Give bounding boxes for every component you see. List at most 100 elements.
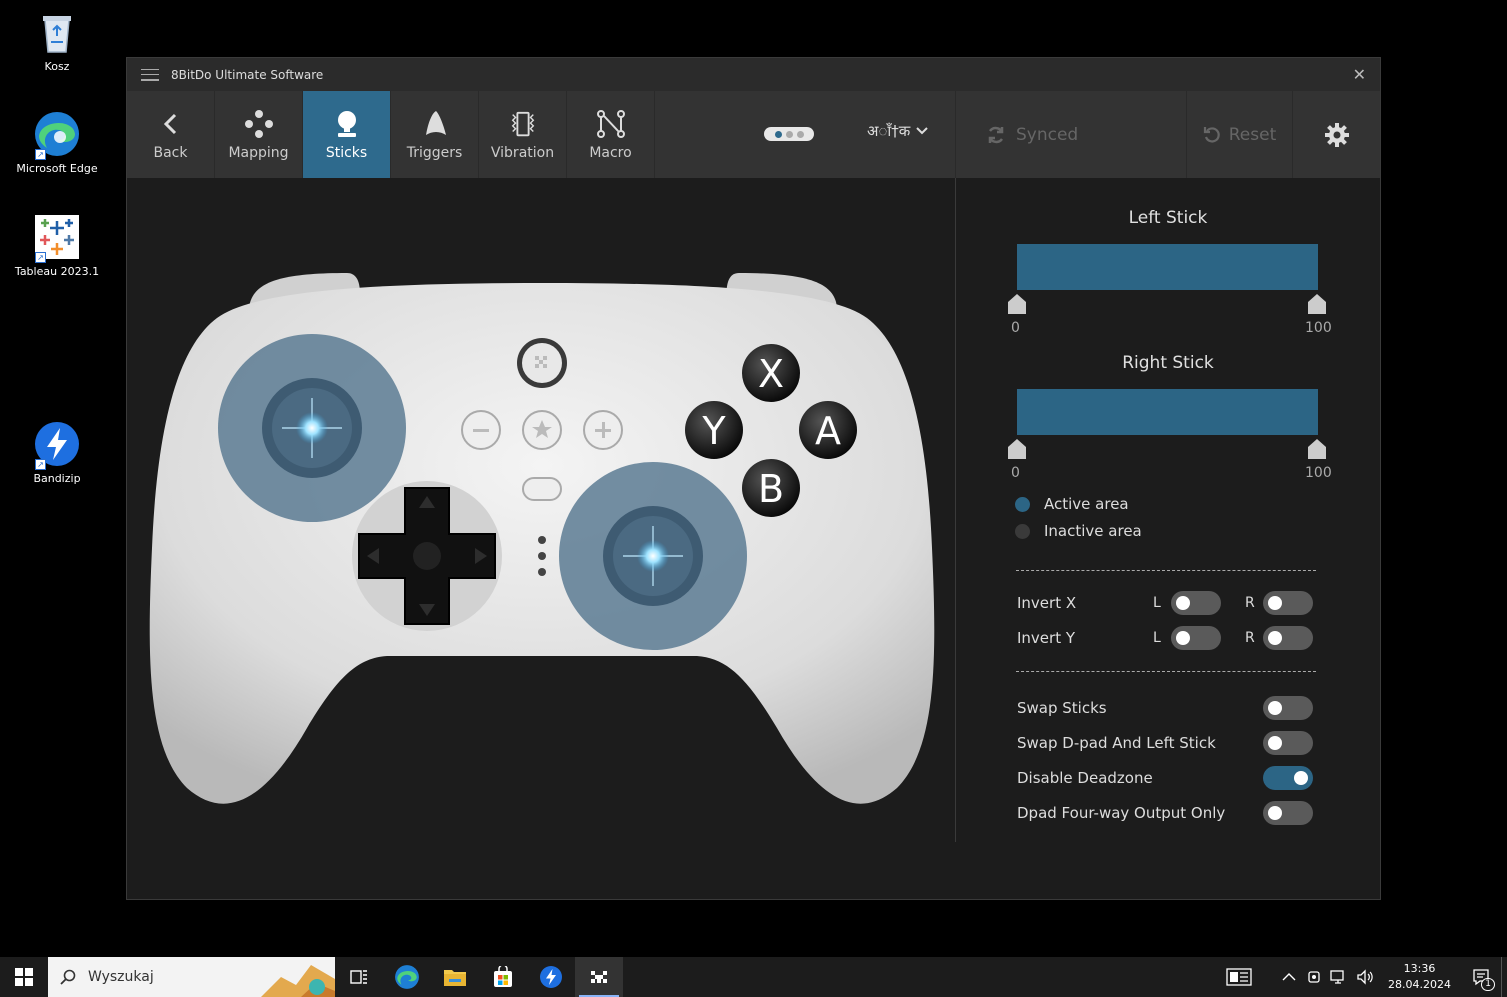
network-icon[interactable] <box>1330 969 1348 985</box>
tab-label: Vibration <box>490 144 555 161</box>
swap-sticks-toggle[interactable] <box>1263 696 1313 720</box>
synced-button[interactable]: Synced <box>955 91 1187 178</box>
gear-icon <box>1325 122 1349 147</box>
legend-inactive-label: Inactive area <box>1044 522 1142 540</box>
tab-label: Macro <box>589 144 632 161</box>
dpad-four-way-label: Dpad Four-way Output Only <box>1017 804 1226 822</box>
sticks-page: X Y A B Left Stick 0 100 Right Stick 0 1… <box>127 178 1380 899</box>
shortcut-arrow-icon: ↗ <box>35 252 46 263</box>
tab-back[interactable]: Back <box>127 91 215 178</box>
legend-active-label: Active area <box>1044 495 1129 513</box>
invert-y-left-toggle[interactable] <box>1171 626 1221 650</box>
task-view-icon <box>350 970 367 984</box>
system-tray: 13:36 28.04.2024 1 <box>1226 957 1507 997</box>
desktop-icon-label: Kosz <box>44 60 70 73</box>
joystick-icon <box>332 109 362 139</box>
left-stick-max-handle[interactable] <box>1308 294 1326 314</box>
bandizip-icon: ↗ <box>33 420 81 470</box>
clock-date: 28.04.2024 <box>1388 978 1451 991</box>
desktop-icon-recycle-bin[interactable]: Kosz <box>12 8 102 73</box>
language-selector[interactable]: अाँ†क <box>867 121 928 141</box>
left-stick-area <box>218 334 406 522</box>
invert-x-l-label: L <box>1153 595 1161 611</box>
tab-mapping[interactable]: Mapping <box>215 91 303 178</box>
clock[interactable]: 13:36 28.04.2024 <box>1388 961 1451 993</box>
reset-icon <box>1203 126 1220 143</box>
invert-x-label: Invert X <box>1017 594 1077 612</box>
right-stick-area <box>559 462 747 650</box>
invert-y-right-toggle[interactable] <box>1263 626 1313 650</box>
invert-y-l-label: L <box>1153 630 1161 646</box>
edge-icon: ↗ <box>33 110 81 160</box>
profile-dots-switch[interactable] <box>764 127 814 141</box>
swap-dpad-left-stick-label: Swap D-pad And Left Stick <box>1017 734 1216 752</box>
chevron-left-icon <box>156 109 186 139</box>
notification-count: 1 <box>1481 978 1495 991</box>
notification-center-button[interactable]: 1 <box>1461 957 1501 997</box>
close-button[interactable]: ✕ <box>1353 65 1366 84</box>
right-stick-max-handle[interactable] <box>1308 439 1326 459</box>
right-stick-min-handle[interactable] <box>1008 439 1026 459</box>
left-stick-range-bar <box>1017 244 1318 290</box>
button-x-label: X <box>758 352 784 396</box>
disable-deadzone-toggle[interactable] <box>1263 766 1313 790</box>
start-button[interactable] <box>0 957 48 997</box>
taskbar-edge[interactable] <box>383 957 431 997</box>
right-stick-range-bar <box>1017 389 1318 435</box>
controller-illustration: X Y A B <box>149 273 935 804</box>
divider-dashed <box>1016 570 1316 571</box>
reset-button[interactable]: Reset <box>1187 91 1293 178</box>
reset-label: Reset <box>1228 124 1277 145</box>
volume-icon[interactable] <box>1356 969 1374 985</box>
chevron-up-icon[interactable] <box>1282 972 1296 982</box>
macro-nodes-icon <box>596 109 626 139</box>
news-widget-icon[interactable] <box>1226 968 1252 986</box>
desktop-icon-microsoft-edge[interactable]: ↗ Microsoft Edge <box>12 110 102 175</box>
settings-button[interactable] <box>1293 91 1381 178</box>
tab-vibration[interactable]: Vibration <box>479 91 567 178</box>
shortcut-arrow-icon: ↗ <box>35 459 46 470</box>
title-bar[interactable]: 8BitDo Ultimate Software ✕ <box>127 58 1380 91</box>
desktop-icon-label: Bandizip <box>33 472 81 485</box>
desktop-icon-bandizip[interactable]: ↗ Bandizip <box>12 420 102 485</box>
invert-x-right-toggle[interactable] <box>1263 591 1313 615</box>
swap-sticks-label: Swap Sticks <box>1017 699 1107 717</box>
dpad <box>352 481 502 631</box>
left-stick-min-handle[interactable] <box>1008 294 1026 314</box>
dpad-four-way-toggle[interactable] <box>1263 801 1313 825</box>
invert-x-left-toggle[interactable] <box>1171 591 1221 615</box>
right-stick-min-label: 0 <box>1011 465 1020 481</box>
vibration-icon <box>508 109 538 139</box>
8bitdo-icon <box>591 971 607 983</box>
inactive-area-dot <box>1015 523 1030 539</box>
language-label: अाँ†क <box>867 122 911 140</box>
toolbar: Back Mapping Sticks Triggers Vibration M… <box>127 91 1380 178</box>
taskbar-file-explorer[interactable] <box>431 957 479 997</box>
desktop-icon-label: Microsoft Edge <box>16 162 98 175</box>
taskbar-store[interactable] <box>479 957 527 997</box>
windows-logo-icon <box>15 968 33 986</box>
hamburger-menu-icon[interactable] <box>141 68 159 81</box>
button-a-label: A <box>815 409 841 453</box>
tab-triggers[interactable]: Triggers <box>391 91 479 178</box>
legend-inactive: Inactive area <box>1015 522 1142 540</box>
swap-dpad-left-stick-toggle[interactable] <box>1263 731 1313 755</box>
taskbar-8bitdo[interactable] <box>575 957 623 997</box>
led-dots <box>538 536 546 576</box>
tab-sticks[interactable]: Sticks <box>303 91 391 178</box>
taskbar-bandizip[interactable] <box>527 957 575 997</box>
task-view-button[interactable] <box>335 957 383 997</box>
synced-label: Synced <box>1016 124 1079 145</box>
show-desktop-button[interactable] <box>1501 957 1507 997</box>
taskbar-search[interactable]: Wyszukaj <box>48 957 335 997</box>
desktop-icon-tableau[interactable]: ↗ Tableau 2023.1 <box>12 213 102 278</box>
meet-now-icon[interactable] <box>1306 969 1322 985</box>
tab-label: Triggers <box>406 144 463 161</box>
tableau-icon: ↗ <box>33 213 81 263</box>
mapping-dots-icon <box>244 109 274 139</box>
edge-icon <box>395 965 419 989</box>
recycle-bin-icon <box>33 8 81 56</box>
legend-active: Active area <box>1015 495 1129 513</box>
clock-time: 13:36 <box>1403 962 1436 975</box>
tab-macro[interactable]: Macro <box>567 91 655 178</box>
